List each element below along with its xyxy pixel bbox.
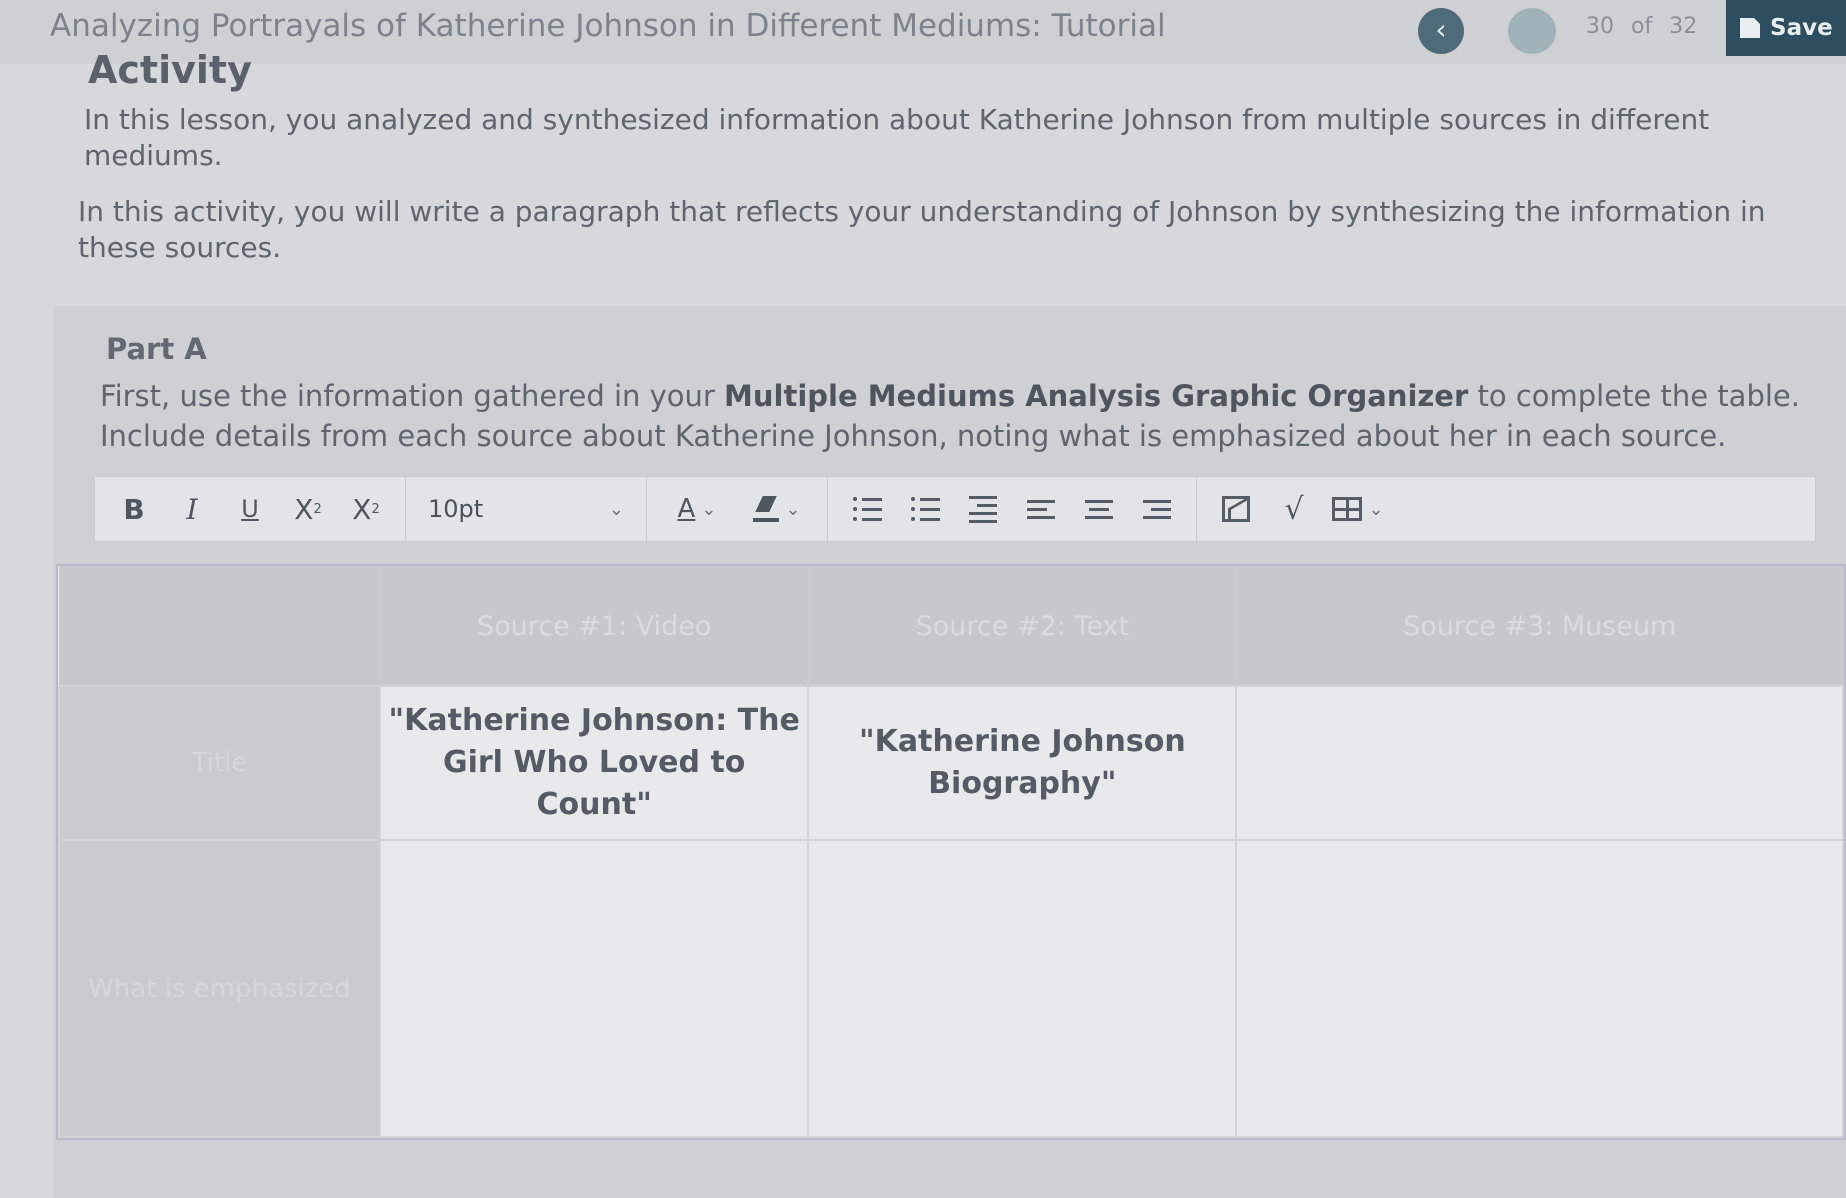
italic-button[interactable]: I (163, 484, 221, 534)
align-center-icon (1085, 499, 1113, 519)
table-row: Title "Katherine Johnson: The Girl Who L… (57, 685, 1844, 841)
insert-equation-button[interactable]: √ (1265, 484, 1323, 534)
chevron-down-icon: ⌄ (785, 498, 801, 520)
subscript-button[interactable]: X2 (337, 484, 395, 534)
table-row: What is emphasized (57, 839, 1844, 1138)
align-left-icon (1027, 499, 1055, 519)
current-page: 30 (1586, 14, 1614, 39)
image-icon (1222, 496, 1250, 522)
table-header-cell: Source #1: Video (379, 566, 809, 687)
bold-button[interactable]: B (105, 484, 163, 534)
activity-heading: Activity (88, 48, 252, 92)
table-cell[interactable] (1235, 839, 1844, 1138)
table-cell[interactable] (379, 839, 810, 1138)
align-right-button[interactable] (1128, 484, 1186, 534)
text-color-button[interactable]: A ⌄ (657, 494, 737, 524)
organizer-name: Multiple Mediums Analysis Graphic Organi… (724, 379, 1469, 413)
instr-text: First, use the information gathered in y… (100, 379, 725, 413)
align-right-icon (1143, 499, 1171, 519)
font-size-group: 10pt ⌄ (406, 477, 647, 541)
color-group: A ⌄ ⌄ (647, 477, 828, 541)
insert-image-button[interactable] (1207, 484, 1265, 534)
chevron-down-icon: ⌄ (1368, 498, 1384, 520)
chevron-left-icon: ‹ (1435, 13, 1447, 46)
top-bar: Analyzing Portrayals of Katherine Johnso… (0, 0, 1846, 65)
table-icon (1332, 497, 1363, 521)
table-cell[interactable] (807, 839, 1238, 1138)
bullet-list-icon (852, 497, 882, 521)
highlighter-icon (753, 496, 780, 522)
square-root-icon: √ (1284, 491, 1304, 527)
font-size-value: 10pt (428, 495, 484, 523)
table-header-cell (58, 566, 381, 687)
format-group: B I U X2 X2 (95, 477, 406, 541)
table-header-cell: Source #3: Museum (1235, 566, 1844, 687)
chevron-down-icon: ⌄ (701, 498, 717, 520)
lesson-title: Analyzing Portrayals of Katherine Johnso… (50, 8, 1166, 44)
text-color-icon: A (677, 494, 696, 524)
row-header-cell: Title (57, 685, 382, 841)
previous-button[interactable]: ‹ (1418, 8, 1464, 54)
total-pages: 32 (1669, 14, 1698, 39)
activity-paragraph-1: In this lesson, you analyzed and synthes… (84, 103, 1710, 172)
indent-button[interactable] (954, 484, 1012, 534)
activity-paragraph-2: In this activity, you will write a parag… (78, 195, 1766, 264)
align-left-button[interactable] (1012, 484, 1070, 534)
table-cell[interactable] (1235, 685, 1844, 841)
chevron-down-icon: ⌄ (608, 498, 624, 520)
table-header-cell: Source #2: Text (807, 566, 1237, 687)
highlight-color-button[interactable]: ⌄ (737, 496, 817, 522)
font-size-select[interactable]: 10pt ⌄ (416, 484, 636, 534)
superscript-button[interactable]: X2 (279, 484, 337, 534)
insert-group: √ ⌄ (1197, 477, 1403, 541)
row-header-cell: What is emphasized (57, 839, 382, 1138)
numbered-list-button[interactable] (896, 484, 954, 534)
table-header-row: Source #1: Video Source #2: Text Source … (58, 566, 1844, 687)
indent-icon (969, 495, 997, 523)
progress-indicator[interactable] (1508, 8, 1556, 54)
paragraph-group (828, 477, 1197, 541)
save-button[interactable]: Save (1726, 0, 1846, 56)
part-a-instructions: First, use the information gathered in y… (100, 376, 1840, 456)
align-center-button[interactable] (1070, 484, 1128, 534)
table-cell[interactable]: "Katherine Johnson: The Girl Who Loved t… (379, 685, 810, 841)
of-label: of (1631, 14, 1653, 39)
save-icon (1740, 18, 1760, 38)
activity-section: Activity In this lesson, you analyzed an… (0, 48, 1846, 304)
part-a-label: Part A (106, 332, 207, 366)
insert-table-button[interactable]: ⌄ (1323, 484, 1393, 534)
numbered-list-icon (910, 497, 940, 521)
answer-table: Source #1: Video Source #2: Text Source … (56, 564, 1846, 1140)
save-label: Save (1770, 15, 1833, 41)
page-counter: 30 of 32 (1586, 14, 1707, 39)
table-cell[interactable]: "Katherine Johnson Biography" (807, 685, 1238, 841)
sources-table: Source #1: Video Source #2: Text Source … (57, 566, 1844, 1138)
bullet-list-button[interactable] (838, 484, 896, 534)
underline-button[interactable]: U (221, 484, 279, 534)
editor-toolbar: B I U X2 X2 10pt ⌄ A ⌄ ⌄ √ ⌄ (94, 476, 1816, 542)
